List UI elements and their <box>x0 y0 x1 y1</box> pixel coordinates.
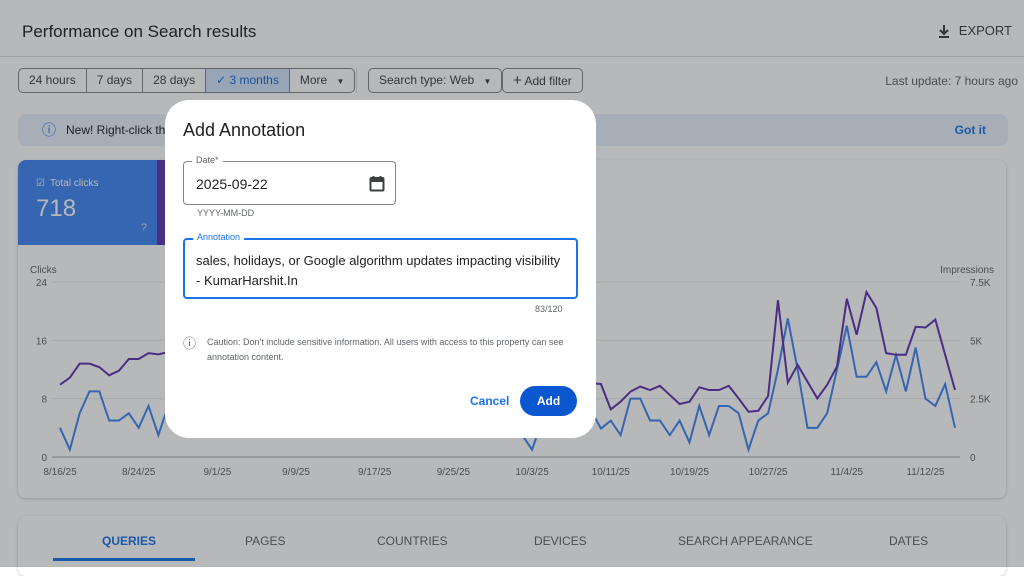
caution-text: Caution: Don't include sensitive informa… <box>207 337 564 362</box>
date-format-hint: YYYY-MM-DD <box>197 208 255 218</box>
date-value: 2025-09-22 <box>196 176 268 192</box>
dialog-title: Add Annotation <box>183 120 306 140</box>
add-annotation-dialog: Add Annotation Date* 2025-09-22 YYYY-MM-… <box>165 100 596 438</box>
cancel-button[interactable]: Cancel <box>470 394 509 408</box>
date-label: Date* <box>192 155 223 165</box>
annotation-textarea[interactable]: Annotation sales, holidays, or Google al… <box>183 232 578 299</box>
annotation-label: Annotation <box>193 232 245 242</box>
calendar-icon[interactable] <box>369 175 385 192</box>
annotation-value[interactable]: sales, holidays, or Google algorithm upd… <box>196 251 568 291</box>
character-count: 83/120 <box>535 304 563 314</box>
date-field[interactable]: Date* 2025-09-22 <box>183 155 396 205</box>
info-icon: ⓘ <box>183 336 197 351</box>
add-button[interactable]: Add <box>520 386 577 416</box>
